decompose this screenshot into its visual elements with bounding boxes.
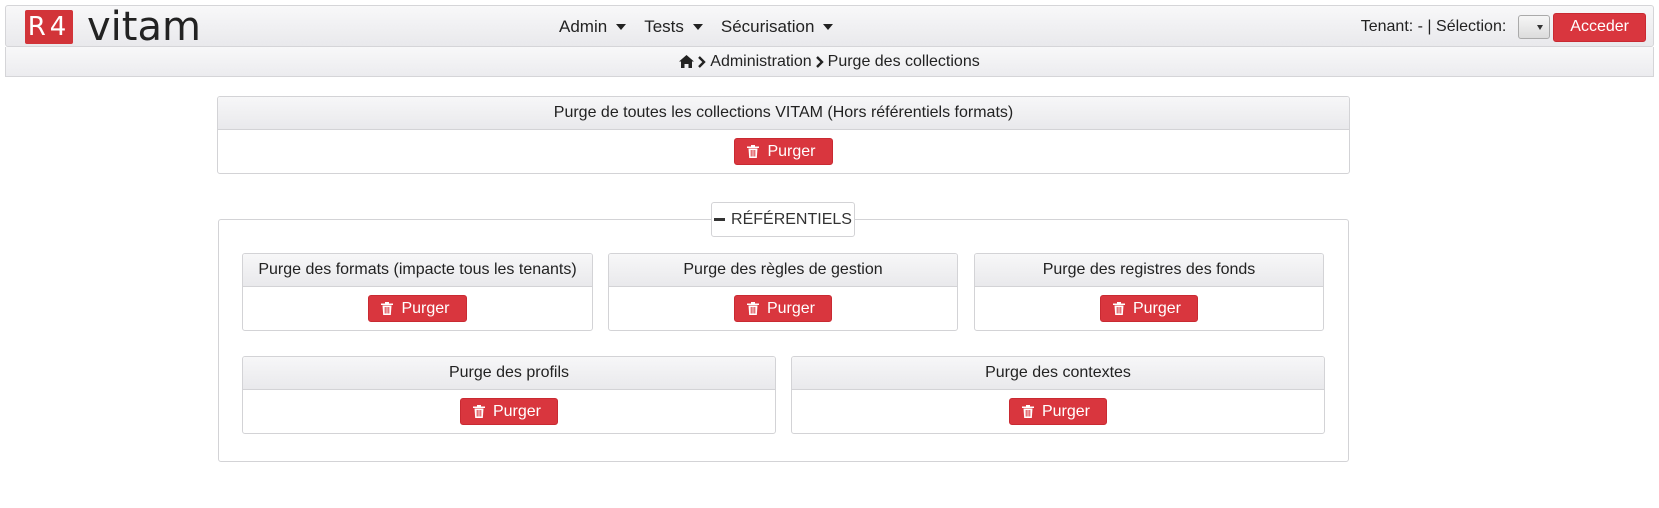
purge-button-label: Purger (492, 402, 542, 420)
purge-button-label: Purger (1041, 402, 1091, 420)
purge-registres-panel: Purge des registres des fonds Purger (974, 253, 1324, 331)
purge-button-label: Purger (766, 299, 816, 317)
purge-profils-button[interactable]: Purger (459, 398, 559, 425)
vitam-logo[interactable]: R4 vitam (25, 4, 201, 50)
panel-title: Purge des registres des fonds (975, 254, 1323, 287)
chevron-right-icon (698, 55, 706, 68)
referentiels-label: RÉFÉRENTIELS (731, 210, 852, 228)
trash-icon (381, 302, 394, 315)
trash-icon (1112, 302, 1125, 315)
tenant-label: Tenant: - | Sélection: (1360, 18, 1507, 35)
top-navbar: R4 vitam Admin Tests Sécurisation Tenant… (5, 5, 1654, 47)
purge-formats-button[interactable]: Purger (368, 295, 467, 322)
breadcrumb-current: Purge des collections (827, 52, 980, 70)
trash-icon (472, 405, 485, 418)
tenant-select[interactable] (1518, 15, 1551, 39)
purge-all-button[interactable]: Purger (734, 138, 833, 165)
menu-tests-label: Tests (644, 17, 684, 36)
panel-title: Purge de toutes les collections VITAM (H… (218, 97, 1349, 130)
tenant-area: Tenant: - | Sélection: Acceder (1361, 6, 1646, 48)
purge-regles-button[interactable]: Purger (733, 295, 833, 322)
acceder-button[interactable]: Acceder (1553, 12, 1646, 42)
trash-icon (746, 302, 759, 315)
purge-button-label: Purger (1132, 299, 1182, 317)
chevron-right-icon (815, 55, 824, 68)
panel-title: Purge des contextes (792, 357, 1324, 390)
purge-regles-panel: Purge des règles de gestion Purger (608, 253, 958, 331)
panel-title: Purge des règles de gestion (609, 254, 957, 287)
menu-securisation-label: Sécurisation (720, 17, 815, 36)
purge-contextes-panel: Purge des contextes Purger (791, 356, 1325, 434)
purge-contextes-button[interactable]: Purger (1008, 398, 1108, 425)
menu-admin-label: Admin (559, 17, 608, 36)
logo-text: vitam (87, 4, 201, 50)
purge-registres-button[interactable]: Purger (1099, 295, 1199, 322)
purge-all-panel: Purge de toutes les collections VITAM (H… (217, 96, 1350, 174)
home-icon[interactable] (679, 55, 695, 68)
trash-icon (1021, 405, 1034, 418)
minus-icon (714, 218, 726, 221)
breadcrumb-administration[interactable]: Administration (710, 53, 811, 71)
referentiels-toggle[interactable]: RÉFÉRENTIELS (711, 202, 855, 237)
trash-icon (747, 145, 760, 158)
caret-down-icon (616, 24, 627, 30)
purge-all-label: Purger (767, 142, 816, 160)
logo-badge: R4 (25, 10, 73, 44)
purge-button-label: Purger (401, 299, 450, 317)
purge-profils-panel: Purge des profils Purger (242, 356, 776, 434)
panel-title: Purge des profils (243, 357, 775, 390)
caret-down-icon (823, 24, 834, 30)
main-menu: Admin Tests Sécurisation (559, 6, 851, 48)
caret-down-icon (692, 24, 703, 30)
breadcrumb: Administration Purge des collections (5, 47, 1654, 77)
select-arrow-icon (1537, 25, 1544, 30)
panel-title: Purge des formats (impacte tous les tena… (243, 254, 592, 287)
menu-securisation[interactable]: Sécurisation (721, 17, 834, 37)
menu-tests[interactable]: Tests (644, 17, 703, 37)
purge-formats-panel: Purge des formats (impacte tous les tena… (242, 253, 593, 331)
menu-admin[interactable]: Admin (559, 17, 627, 37)
